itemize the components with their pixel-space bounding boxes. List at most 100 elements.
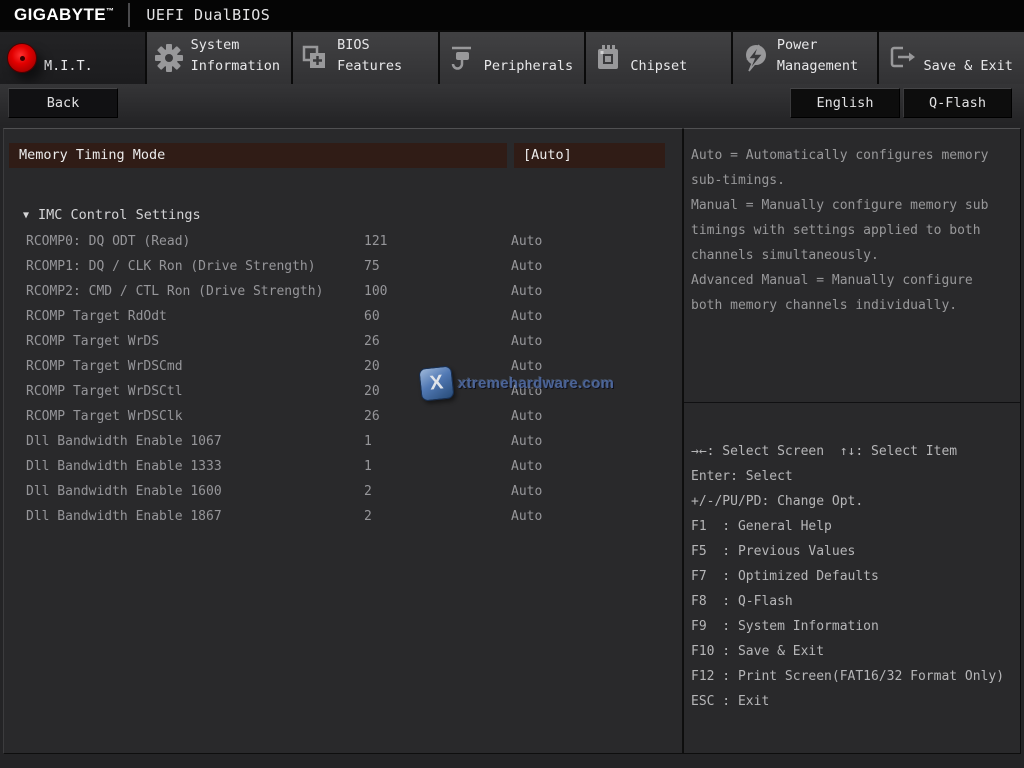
setting-row[interactable]: RCOMP0: DQ ODT (Read)121Auto xyxy=(4,229,682,254)
toolbar: Back English Q-Flash xyxy=(0,84,1024,126)
help-panel: Auto = Automatically configures memorysu… xyxy=(683,128,1021,754)
tab-label: System Information xyxy=(191,35,287,84)
settings-row-list: RCOMP0: DQ ODT (Read)121AutoRCOMP1: DQ /… xyxy=(4,229,682,529)
top-bar: GIGABYTE™ UEFI DualBIOS xyxy=(0,0,1024,30)
selected-setting-label[interactable]: Memory Timing Mode xyxy=(9,143,507,168)
setting-label: RCOMP Target WrDSCtl xyxy=(26,379,364,404)
setting-row[interactable]: Dll Bandwidth Enable 16002Auto xyxy=(4,479,682,504)
chipset-icon xyxy=(586,44,630,72)
collapse-triangle-icon: ▼ xyxy=(23,210,29,221)
tab-label: Chipset xyxy=(630,56,726,84)
selected-setting-value[interactable]: [Auto] xyxy=(514,143,665,168)
qflash-button[interactable]: Q-Flash xyxy=(903,88,1012,118)
setting-label: RCOMP Target RdOdt xyxy=(26,304,364,329)
setting-mode: Auto xyxy=(511,354,682,379)
tab-save-exit[interactable]: Save & Exit xyxy=(879,32,1024,84)
key-legend-line: ESC : Exit xyxy=(691,689,1018,714)
gigabyte-logo: GIGABYTE™ xyxy=(14,5,114,25)
tab-chipset[interactable]: Chipset xyxy=(586,32,731,84)
setting-value: 60 xyxy=(364,304,511,329)
setting-row[interactable]: RCOMP Target WrDSClk26Auto xyxy=(4,404,682,429)
key-legend: →←: Select Screen ↑↓: Select ItemEnter: … xyxy=(684,403,1020,714)
help-text-line: sub-timings. xyxy=(691,168,1016,193)
tab-system-information[interactable]: System Information xyxy=(147,32,292,84)
setting-mode: Auto xyxy=(511,279,682,304)
help-text-line: Auto = Automatically configures memory xyxy=(691,143,1016,168)
setting-value: 75 xyxy=(364,254,511,279)
setting-label: RCOMP Target WrDSClk xyxy=(26,404,364,429)
setting-row[interactable]: RCOMP Target WrDSCmd20Auto xyxy=(4,354,682,379)
setting-label: Dll Bandwidth Enable 1600 xyxy=(26,479,364,504)
setting-mode: Auto xyxy=(511,229,682,254)
language-button[interactable]: English xyxy=(790,88,900,118)
help-text-line: channels simultaneously. xyxy=(691,243,1016,268)
setting-value: 1 xyxy=(364,429,511,454)
tab-label: BIOS Features xyxy=(337,35,433,84)
trademark-symbol: ™ xyxy=(106,6,114,15)
tab-bios-features[interactable]: BIOS Features xyxy=(293,32,438,84)
setting-mode: Auto xyxy=(511,454,682,479)
setting-mode: Auto xyxy=(511,479,682,504)
tab-power-management[interactable]: Power Management xyxy=(733,32,878,84)
bios-title: UEFI DualBIOS xyxy=(146,6,270,24)
setting-mode: Auto xyxy=(511,404,682,429)
setting-label: RCOMP Target WrDS xyxy=(26,329,364,354)
selected-setting-row[interactable]: Memory Timing Mode [Auto] xyxy=(9,143,665,168)
setting-label: RCOMP1: DQ / CLK Ron (Drive Strength) xyxy=(26,254,364,279)
setting-mode: Auto xyxy=(511,504,682,529)
peripherals-icon xyxy=(440,43,484,73)
setting-value: 26 xyxy=(364,329,511,354)
back-button[interactable]: Back xyxy=(8,88,118,118)
tab-label: Power Management xyxy=(777,35,873,84)
gear-icon xyxy=(147,42,191,74)
chip-plus-icon xyxy=(293,44,337,72)
help-text-line: both memory channels individually. xyxy=(691,293,1016,318)
setting-label: RCOMP0: DQ ODT (Read) xyxy=(26,229,364,254)
setting-value: 121 xyxy=(364,229,511,254)
setting-value: 2 xyxy=(364,504,511,529)
key-legend-line: F8 : Q-Flash xyxy=(691,589,1018,614)
tab-peripherals[interactable]: Peripherals xyxy=(440,32,585,84)
tab-m-i-t[interactable]: M.I.T. xyxy=(0,32,145,84)
setting-row[interactable]: Dll Bandwidth Enable 18672Auto xyxy=(4,504,682,529)
menu-tab-bar: M.I.T. System Information BIOS Features Per… xyxy=(0,30,1024,84)
section-header-imc[interactable]: ▼ IMC Control Settings xyxy=(4,203,201,228)
tab-label: Peripherals xyxy=(484,56,580,84)
mit-disc-icon xyxy=(0,43,44,73)
setting-mode: Auto xyxy=(511,379,682,404)
help-text-line: timings with settings applied to both xyxy=(691,218,1016,243)
setting-mode: Auto xyxy=(511,329,682,354)
key-legend-line: Enter: Select xyxy=(691,464,1018,489)
setting-label: Dll Bandwidth Enable 1867 xyxy=(26,504,364,529)
setting-row[interactable]: RCOMP Target RdOdt60Auto xyxy=(4,304,682,329)
uefi-bios-screen: GIGABYTE™ UEFI DualBIOS M.I.T. System Inf… xyxy=(0,0,1024,768)
setting-row[interactable]: RCOMP2: CMD / CTL Ron (Drive Strength)10… xyxy=(4,279,682,304)
setting-row[interactable]: Dll Bandwidth Enable 13331Auto xyxy=(4,454,682,479)
lightning-icon xyxy=(733,42,777,74)
key-legend-line: F1 : General Help xyxy=(691,514,1018,539)
key-legend-line: F10 : Save & Exit xyxy=(691,639,1018,664)
setting-row[interactable]: RCOMP1: DQ / CLK Ron (Drive Strength)75A… xyxy=(4,254,682,279)
key-legend-line: →←: Select Screen ↑↓: Select Item xyxy=(691,439,1018,464)
setting-label: RCOMP Target WrDSCmd xyxy=(26,354,364,379)
setting-row[interactable]: Dll Bandwidth Enable 10671Auto xyxy=(4,429,682,454)
key-legend-line: F7 : Optimized Defaults xyxy=(691,564,1018,589)
setting-label: Dll Bandwidth Enable 1333 xyxy=(26,454,364,479)
setting-label: Dll Bandwidth Enable 1067 xyxy=(26,429,364,454)
setting-row[interactable]: RCOMP Target WrDSCtl20Auto xyxy=(4,379,682,404)
setting-value: 2 xyxy=(364,479,511,504)
help-text-line: Advanced Manual = Manually configure xyxy=(691,268,1016,293)
key-legend-line: F9 : System Information xyxy=(691,614,1018,639)
setting-value: 1 xyxy=(364,454,511,479)
setting-value: 20 xyxy=(364,379,511,404)
setting-mode: Auto xyxy=(511,304,682,329)
setting-row[interactable]: RCOMP Target WrDS26Auto xyxy=(4,329,682,354)
help-text-line: Manual = Manually configure memory sub xyxy=(691,193,1016,218)
key-legend-line: F5 : Previous Values xyxy=(691,539,1018,564)
setting-value: 20 xyxy=(364,354,511,379)
section-title: IMC Control Settings xyxy=(38,207,201,223)
content-area: Memory Timing Mode [Auto] ▼ IMC Control S… xyxy=(0,126,1024,768)
setting-value: 100 xyxy=(364,279,511,304)
setting-label: RCOMP2: CMD / CTL Ron (Drive Strength) xyxy=(26,279,364,304)
setting-mode: Auto xyxy=(511,254,682,279)
